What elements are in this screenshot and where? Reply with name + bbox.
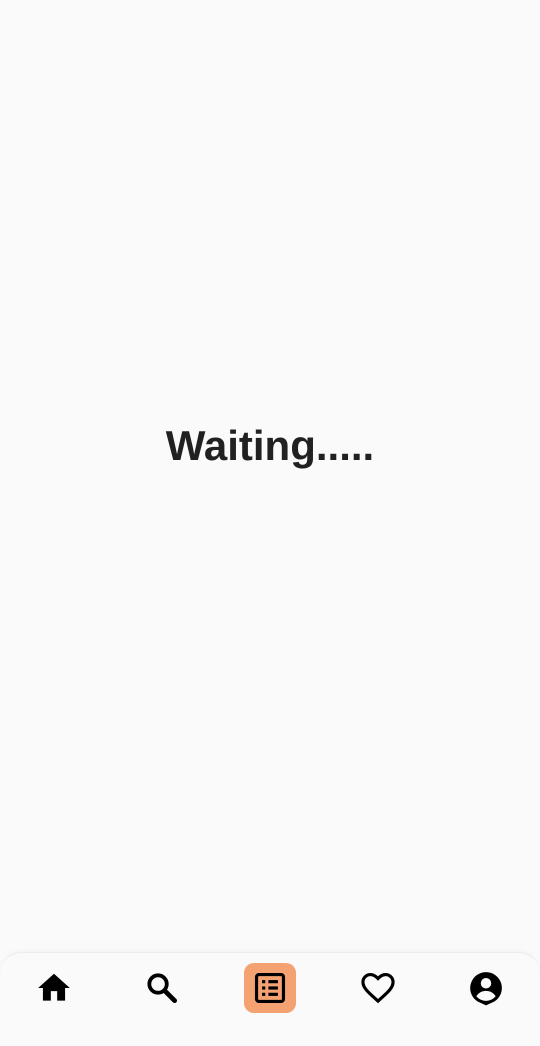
nav-item-favorites[interactable]: [352, 963, 404, 1013]
home-icon: [38, 973, 70, 1001]
nav-item-home[interactable]: [28, 963, 80, 1013]
main-content: Waiting.....: [0, 0, 540, 952]
nav-item-list[interactable]: [244, 963, 296, 1013]
search-icon: [147, 973, 178, 1004]
nav-item-search[interactable]: [136, 963, 188, 1013]
waiting-status-text: Waiting.....: [165, 422, 375, 469]
account-icon: [470, 972, 502, 1006]
list-icon: [254, 972, 286, 1004]
bottom-navigation-bar: [0, 952, 540, 1046]
nav-item-profile[interactable]: [460, 963, 512, 1013]
heart-icon: [361, 972, 395, 1004]
